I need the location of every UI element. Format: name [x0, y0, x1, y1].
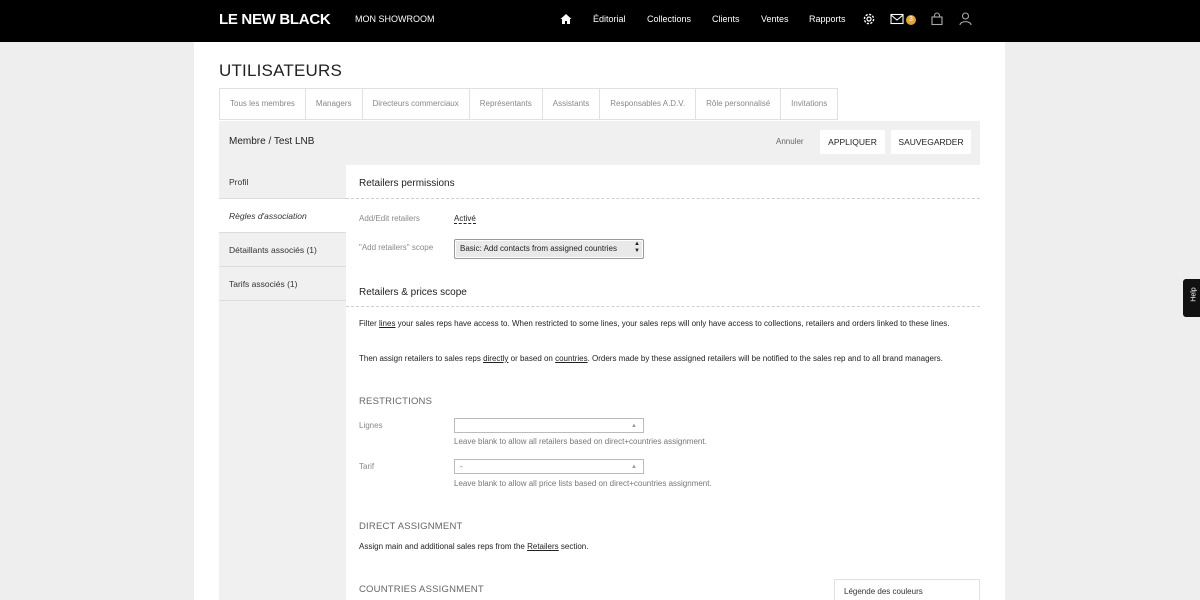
countries-link[interactable]: countries: [555, 354, 587, 363]
color-legend-box[interactable]: Légende des couleurs: [834, 579, 980, 600]
lignes-label: Lignes: [359, 421, 383, 430]
tab-all-members[interactable]: Tous les membres: [220, 89, 306, 119]
scope-select-value: Basic: Add contacts from assigned countr…: [460, 244, 617, 253]
add-retailers-scope-select[interactable]: Basic: Add contacts from assigned countr…: [454, 239, 644, 259]
retailers-permissions-title: Retailers permissions: [359, 178, 455, 189]
member-header-bar: Membre / Test LNB Annuler APPLIQUER SAUV…: [219, 121, 980, 165]
tab-adv-managers[interactable]: Responsables A.D.V.: [600, 89, 697, 119]
direct-assignment-title: DIRECT ASSIGNMENT: [359, 521, 463, 532]
lignes-hint: Leave blank to allow all retailers based…: [454, 437, 707, 446]
dropdown-caret-icon: ▲: [631, 423, 637, 429]
sidebar-item-associated-pricelists[interactable]: Tarifs associés (1): [219, 267, 346, 301]
mail-count-badge: 3: [906, 15, 916, 25]
directly-link[interactable]: directly: [483, 354, 508, 363]
sidebar-item-profile[interactable]: Profil: [219, 165, 346, 199]
tarif-hint: Leave blank to allow all price lists bas…: [454, 479, 712, 488]
user-icon[interactable]: [958, 11, 973, 26]
home-icon[interactable]: [559, 12, 573, 26]
prices-scope-title: Retailers & prices scope: [359, 287, 467, 298]
tarif-value: -: [460, 462, 463, 471]
sidebar-item-associated-retailers[interactable]: Détaillants associés (1): [219, 233, 346, 267]
brand-logo[interactable]: LE NEW BLACK: [219, 11, 331, 28]
add-edit-retailers-label: Add/Edit retailers: [359, 214, 420, 223]
nav-ventes[interactable]: Ventes: [761, 14, 789, 24]
add-edit-retailers-toggle[interactable]: Activé: [454, 214, 476, 224]
bag-icon[interactable]: [930, 12, 944, 26]
tarif-label: Tarif: [359, 462, 375, 471]
top-navbar: LE NEW BLACK MON SHOWROOM Éditorial Coll…: [0, 0, 1200, 42]
tab-sales-reps[interactable]: Représentants: [470, 89, 543, 119]
showroom-link[interactable]: MON SHOWROOM: [355, 14, 435, 24]
gear-icon[interactable]: [862, 12, 876, 26]
nav-editorial[interactable]: Éditorial: [593, 14, 626, 24]
tab-managers[interactable]: Managers: [306, 89, 363, 119]
text-segment: . Orders made by these assigned retailer…: [587, 354, 943, 363]
nav-rapports[interactable]: Rapports: [809, 14, 846, 24]
dropdown-caret-icon: ▲: [631, 464, 637, 470]
text-segment: Then assign retailers to sales reps: [359, 354, 484, 363]
countries-assignment-title: COUNTRIES ASSIGNMENT: [359, 584, 484, 595]
tarif-select[interactable]: - ▲: [454, 459, 644, 474]
updown-arrows-icon: ▲ ▼: [634, 241, 640, 254]
retailers-link[interactable]: Retailers: [527, 542, 559, 551]
sidebar-item-association-rules[interactable]: Règles d'association: [219, 199, 346, 233]
section-divider: [346, 198, 980, 199]
text-segment: your sales reps have access to. When res…: [395, 319, 950, 328]
save-button[interactable]: SAUVEGARDER: [891, 130, 971, 154]
direct-assignment-text: Assign main and additional sales reps fr…: [359, 541, 974, 553]
cancel-button[interactable]: Annuler: [776, 137, 804, 146]
user-role-tabs: Tous les membres Managers Directeurs com…: [219, 88, 839, 120]
add-retailers-scope-label: "Add retailers" scope: [359, 243, 434, 252]
lines-link[interactable]: lines: [379, 319, 395, 328]
text-segment: Assign main and additional sales reps fr…: [359, 542, 528, 551]
text-segment: section.: [558, 542, 589, 551]
lines-filter-description: Filter lines your sales reps have access…: [359, 318, 974, 330]
page-title: UTILISATEURS: [219, 61, 342, 80]
member-sidebar: Profil Règles d'association Détaillants …: [219, 165, 346, 600]
tab-assistants[interactable]: Assistants: [543, 89, 601, 119]
mail-icon[interactable]: [890, 13, 904, 25]
tab-sales-directors[interactable]: Directeurs commerciaux: [363, 89, 470, 119]
tab-invitations[interactable]: Invitations: [781, 89, 837, 119]
help-tab[interactable]: Help: [1183, 279, 1200, 317]
help-label: Help: [1190, 287, 1198, 302]
apply-button[interactable]: APPLIQUER: [820, 130, 885, 154]
nav-collections[interactable]: Collections: [647, 14, 691, 24]
text-segment: or based on: [508, 354, 556, 363]
text-segment: Filter: [359, 319, 379, 328]
assignment-description: Then assign retailers to sales reps dire…: [359, 353, 974, 365]
section-divider: [346, 306, 980, 307]
nav-clients[interactable]: Clients: [712, 14, 740, 24]
restrictions-title: RESTRICTIONS: [359, 396, 433, 407]
member-title: Membre / Test LNB: [229, 136, 315, 147]
tab-custom-role[interactable]: Rôle personnalisé: [696, 89, 782, 119]
lignes-select[interactable]: ▲: [454, 418, 644, 433]
